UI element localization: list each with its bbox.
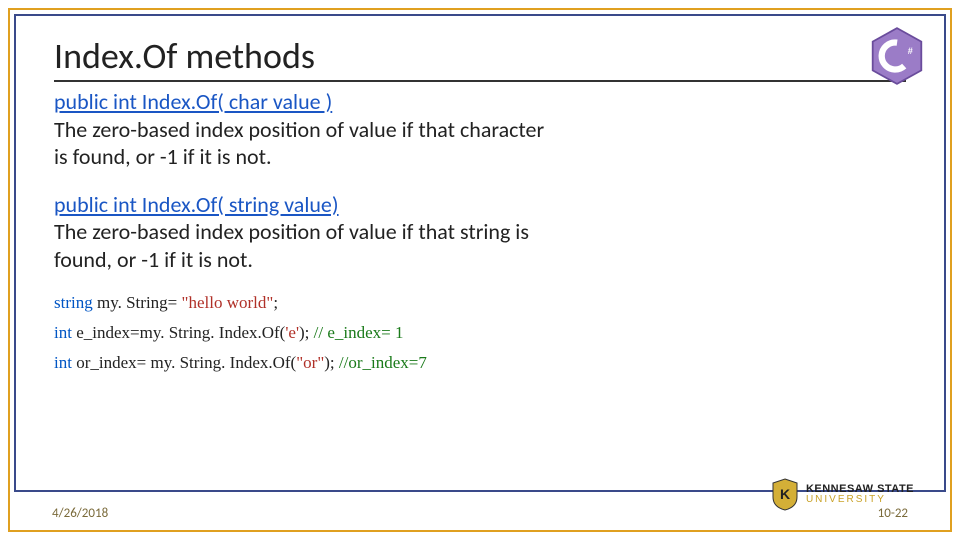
comment-1: // e_index= 1 [314, 323, 404, 342]
code-l2-mid: ); [299, 323, 314, 342]
ksu-name: KENNESAW STATE [806, 484, 914, 495]
keyword-string: string [54, 293, 93, 312]
slide-title: Index.Of methods [54, 34, 906, 82]
string-literal-1: "hello world" [182, 293, 274, 312]
code-line-1: string my. String= "hello world"; [54, 293, 906, 313]
method1-desc-line1: The zero-based index position of value i… [54, 116, 544, 143]
method2-desc-line1: The zero-based index position of value i… [54, 218, 529, 245]
method1-signature: public int Index.Of( char value ) [54, 88, 906, 116]
code-l1-rest: my. String= [93, 293, 182, 312]
method2-signature: public int Index.Of( string value) [54, 191, 906, 219]
code-l2-rest: e_index=my. String. Index.Of( [72, 323, 285, 342]
slide-footer: 4/26/2018 10-22 [14, 496, 946, 530]
code-l3-mid: ); [324, 353, 339, 372]
method2-link: public int Index.Of( string value) [54, 191, 339, 218]
char-literal: 'e' [285, 323, 299, 342]
method2-description: The zero-based index position of value i… [54, 218, 906, 273]
method1-desc-line2: is found, or -1 if it is not. [54, 143, 272, 170]
slide-content-frame: Index.Of methods public int Index.Of( ch… [14, 14, 946, 492]
code-l1-end: ; [273, 293, 278, 312]
method1-description: The zero-based index position of value i… [54, 116, 906, 171]
code-line-2: int e_index=my. String. Index.Of('e'); /… [54, 323, 906, 343]
csharp-icon: # [870, 26, 924, 86]
footer-page-number: 10-22 [878, 506, 908, 521]
keyword-int-1: int [54, 323, 72, 342]
code-line-3: int or_index= my. String. Index.Of("or")… [54, 353, 906, 373]
svg-text:#: # [908, 46, 913, 56]
string-literal-2: "or" [296, 353, 324, 372]
method2-desc-line2: found, or -1 if it is not. [54, 246, 253, 273]
comment-2: //or_index=7 [339, 353, 427, 372]
footer-date: 4/26/2018 [52, 506, 108, 521]
keyword-int-2: int [54, 353, 72, 372]
method1-link: public int Index.Of( char value ) [54, 88, 332, 115]
code-l3-rest: or_index= my. String. Index.Of( [72, 353, 296, 372]
